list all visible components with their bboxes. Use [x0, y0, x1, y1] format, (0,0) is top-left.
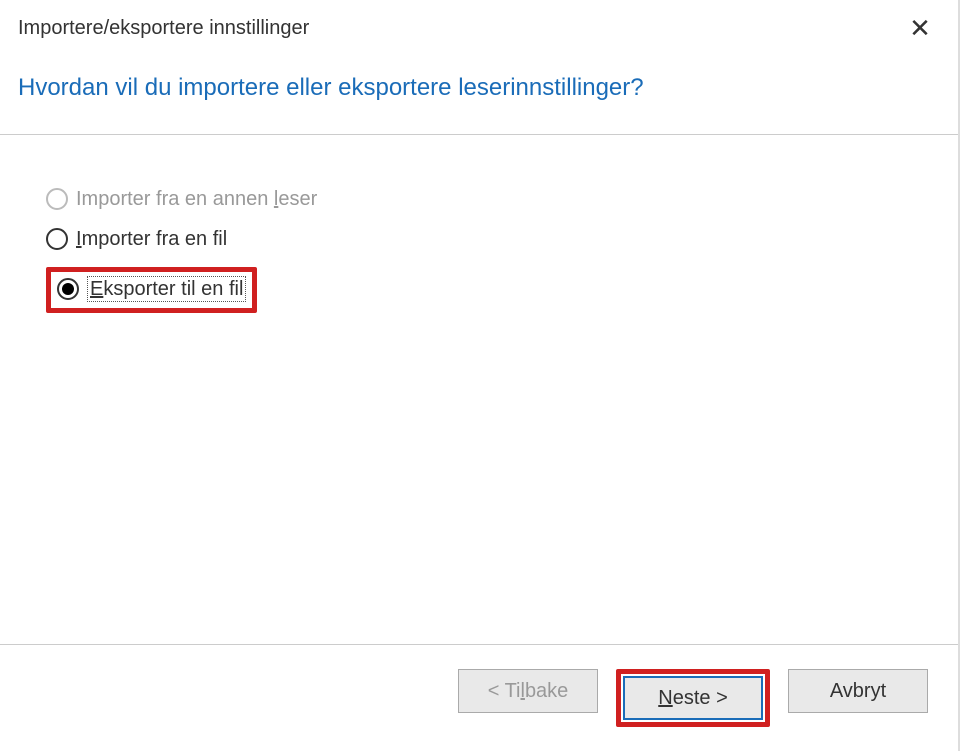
radio-label: Importer fra en annen leser [76, 187, 317, 211]
back-button: < Tilbake [458, 669, 598, 713]
import-export-dialog: Importere/eksportere innstillinger ✕ Hvo… [0, 0, 960, 751]
close-icon[interactable]: ✕ [900, 8, 940, 48]
highlight-export-option: Eksporter til en fil [46, 267, 257, 313]
radio-icon [46, 188, 68, 210]
radio-label: Importer fra en fil [76, 227, 227, 251]
footer: < Tilbake Neste > Avbryt [0, 644, 958, 751]
radio-import-from-browser: Importer fra en annen leser [46, 187, 940, 211]
radio-export-to-file[interactable]: Eksporter til en fil [57, 276, 246, 302]
header: Hvordan vil du importere eller eksporter… [0, 52, 958, 135]
content-area: Importer fra en annen leser Importer fra… [0, 135, 958, 644]
radio-label: Eksporter til en fil [87, 276, 246, 302]
header-question: Hvordan vil du importere eller eksporter… [18, 74, 940, 102]
radio-import-from-file[interactable]: Importer fra en fil [46, 227, 940, 251]
radio-icon[interactable] [46, 228, 68, 250]
cancel-button[interactable]: Avbryt [788, 669, 928, 713]
titlebar: Importere/eksportere innstillinger ✕ [0, 0, 958, 52]
dialog-title: Importere/eksportere innstillinger [18, 17, 309, 40]
next-button[interactable]: Neste > [623, 676, 763, 720]
radio-icon[interactable] [57, 278, 79, 300]
highlight-next-button: Neste > [616, 669, 770, 727]
